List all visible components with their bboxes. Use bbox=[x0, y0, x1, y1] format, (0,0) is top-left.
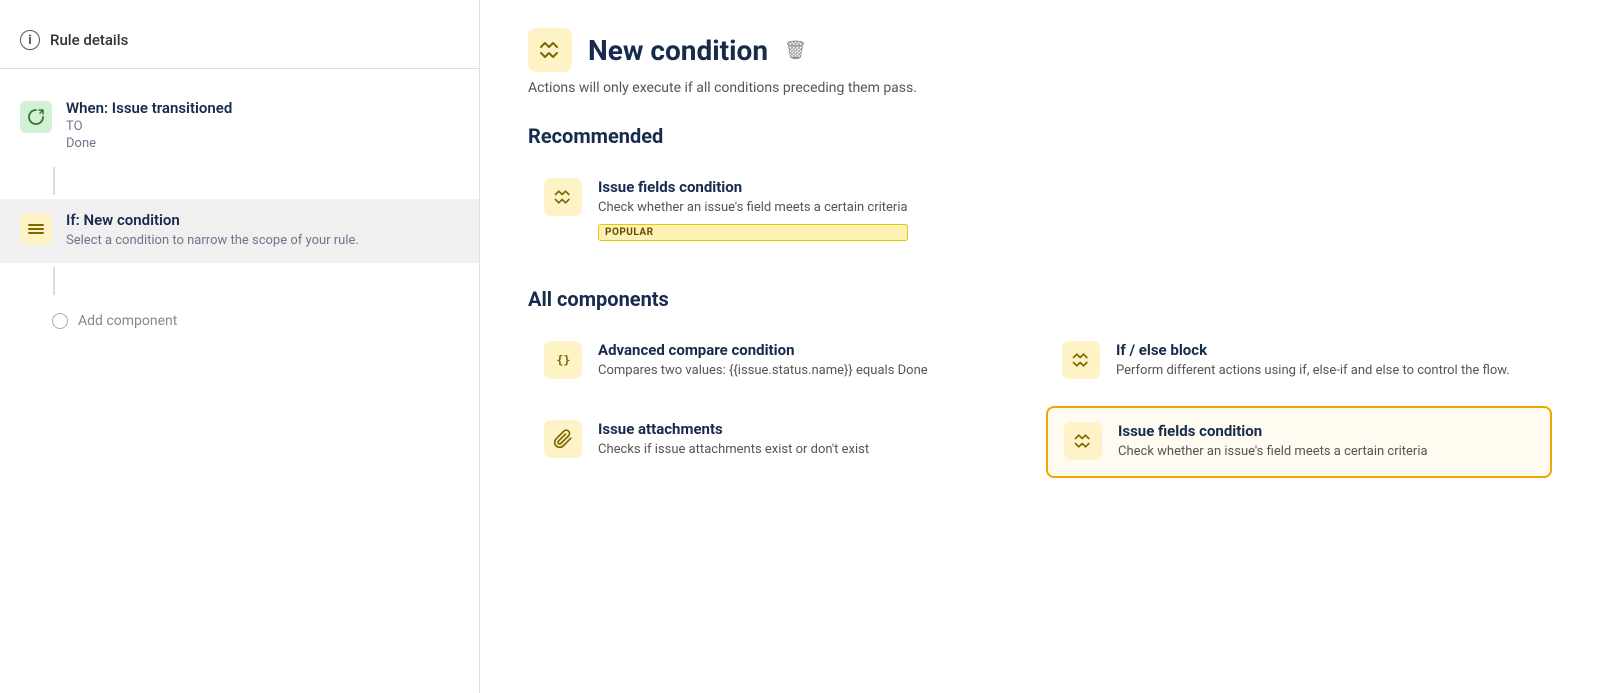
advanced-compare-desc: Compares two values: {{issue.status.name… bbox=[598, 361, 928, 381]
connector-line-1 bbox=[0, 167, 479, 195]
page-subtitle: Actions will only execute if all conditi… bbox=[528, 80, 1552, 96]
when-item-title: When: Issue transitioned bbox=[66, 99, 232, 117]
connector-line-2 bbox=[0, 267, 479, 295]
advanced-compare-icon: {} bbox=[544, 341, 582, 379]
svg-text:{}: {} bbox=[556, 353, 570, 367]
sidebar-divider bbox=[0, 68, 479, 69]
issue-attachments-desc: Checks if issue attachments exist or don… bbox=[598, 440, 869, 460]
rule-details-label: Rule details bbox=[50, 31, 128, 49]
if-else-desc: Perform different actions using if, else… bbox=[1116, 361, 1510, 381]
advanced-compare-body: Advanced compare condition Compares two … bbox=[598, 341, 928, 381]
recommended-card-list: Issue fields condition Check whether an … bbox=[528, 164, 1552, 255]
add-circle-icon bbox=[52, 313, 68, 329]
issue-attachments-title: Issue attachments bbox=[598, 420, 869, 438]
issue-fields-recommended-icon bbox=[544, 178, 582, 216]
if-item-content: If: New condition Select a condition to … bbox=[66, 211, 359, 251]
if-else-title: If / else block bbox=[1116, 341, 1510, 359]
if-item-title: If: New condition bbox=[66, 211, 359, 229]
issue-fields-all-title: Issue fields condition bbox=[1118, 422, 1428, 440]
card-issue-fields-condition-all[interactable]: Issue fields condition Check whether an … bbox=[1046, 406, 1552, 478]
add-component-row[interactable]: Add component bbox=[0, 299, 479, 343]
header-condition-icon bbox=[528, 28, 572, 72]
if-else-icon bbox=[1062, 341, 1100, 379]
issue-fields-all-body: Issue fields condition Check whether an … bbox=[1118, 422, 1428, 462]
issue-attachments-body: Issue attachments Checks if issue attach… bbox=[598, 420, 869, 460]
advanced-compare-title: Advanced compare condition bbox=[598, 341, 928, 359]
when-item-sub1: TO bbox=[66, 119, 232, 134]
page-title: New condition bbox=[588, 34, 768, 67]
rule-details-row[interactable]: i Rule details bbox=[0, 20, 479, 68]
issue-fields-all-icon bbox=[1064, 422, 1102, 460]
if-icon bbox=[20, 213, 52, 245]
issue-fields-recommended-desc: Check whether an issue's field meets a c… bbox=[598, 198, 908, 218]
if-item-desc: Select a condition to narrow the scope o… bbox=[66, 231, 359, 251]
components-grid: {} Advanced compare condition Compares t… bbox=[528, 327, 1552, 478]
issue-fields-recommended-title: Issue fields condition bbox=[598, 178, 908, 196]
when-item-sub2: Done bbox=[66, 136, 232, 151]
when-item-content: When: Issue transitioned TO Done bbox=[66, 99, 232, 151]
issue-attachments-icon bbox=[544, 420, 582, 458]
page-header: New condition 🗑 bbox=[528, 28, 1552, 72]
if-else-body: If / else block Perform different action… bbox=[1116, 341, 1510, 381]
issue-fields-all-desc: Check whether an issue's field meets a c… bbox=[1118, 442, 1428, 462]
sidebar: i Rule details When: Issue transitioned … bbox=[0, 0, 480, 693]
info-icon: i bbox=[20, 30, 40, 50]
card-advanced-compare-condition[interactable]: {} Advanced compare condition Compares t… bbox=[528, 327, 1034, 395]
when-icon bbox=[20, 101, 52, 133]
sidebar-item-when-issue-transitioned[interactable]: When: Issue transitioned TO Done bbox=[0, 87, 479, 163]
main-content: New condition 🗑 Actions will only execut… bbox=[480, 0, 1600, 693]
card-issue-fields-condition-recommended[interactable]: Issue fields condition Check whether an … bbox=[528, 164, 1552, 255]
add-component-label: Add component bbox=[78, 313, 177, 329]
popular-badge: POPULAR bbox=[598, 224, 908, 241]
trash-icon[interactable]: 🗑 bbox=[784, 40, 807, 61]
issue-fields-recommended-body: Issue fields condition Check whether an … bbox=[598, 178, 908, 241]
recommended-section-title: Recommended bbox=[528, 124, 1552, 148]
card-if-else-block[interactable]: If / else block Perform different action… bbox=[1046, 327, 1552, 395]
sidebar-item-if-new-condition[interactable]: If: New condition Select a condition to … bbox=[0, 199, 479, 263]
all-components-section-title: All components bbox=[528, 287, 1552, 311]
card-issue-attachments[interactable]: Issue attachments Checks if issue attach… bbox=[528, 406, 1034, 478]
